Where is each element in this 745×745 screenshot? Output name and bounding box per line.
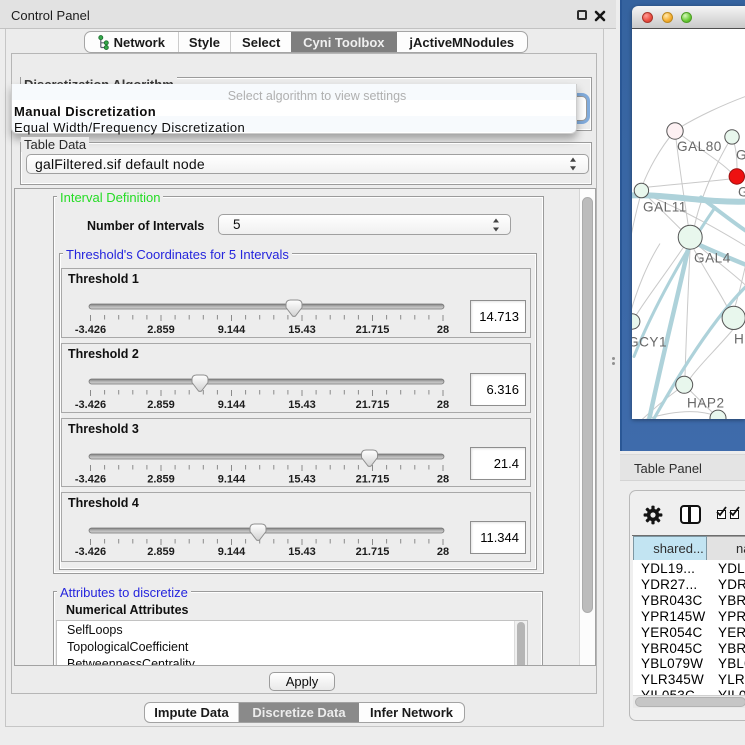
- svg-text:GCY1: GCY1: [632, 334, 667, 349]
- svg-text:H: H: [734, 331, 744, 346]
- svg-text:GA: GA: [736, 147, 745, 162]
- svg-text:GAL4: GAL4: [694, 250, 731, 265]
- svg-text:HAP2: HAP2: [687, 395, 725, 410]
- svg-text:G: G: [738, 184, 745, 199]
- svg-text:GAL11: GAL11: [643, 199, 687, 214]
- svg-text:GAL80: GAL80: [677, 139, 722, 154]
